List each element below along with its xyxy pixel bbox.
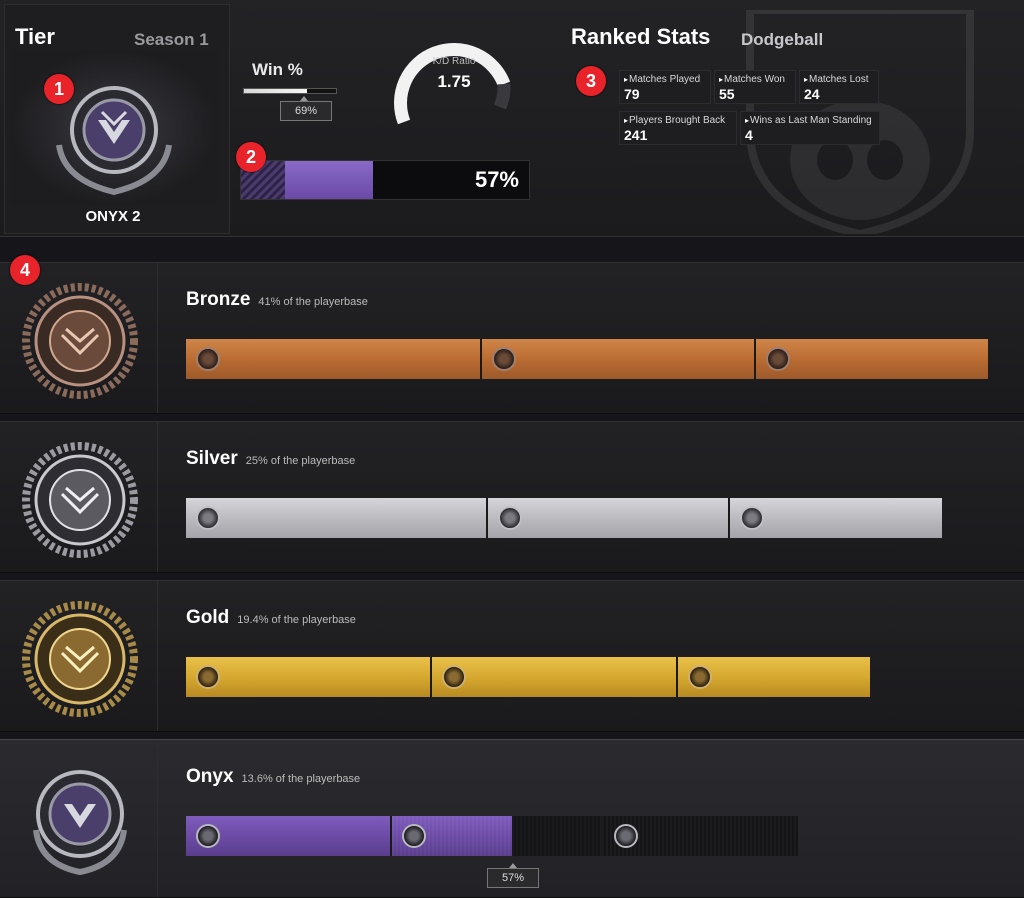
division-3-icon: [614, 824, 638, 848]
tier-heading: Tier: [15, 24, 55, 49]
tier-row-title: Bronze 41% of the playerbase: [186, 289, 368, 311]
gold-emblem-icon: [22, 601, 138, 717]
current-tier-name: ONYX 2: [85, 208, 141, 225]
win-percent-label: Win %: [252, 60, 303, 79]
division-segment-2: [432, 657, 678, 697]
tier-population: 41% of the playerbase: [258, 296, 368, 308]
stat-label: Matches Won: [719, 74, 795, 85]
row-divider: [157, 581, 158, 731]
division-1-icon: [196, 347, 220, 371]
rank-progress-bar: 57%: [240, 160, 530, 200]
division-segment-1: [186, 816, 392, 856]
bronze-emblem-icon: [22, 283, 138, 399]
stat-value: 4: [745, 127, 753, 143]
stat-value: 55: [719, 86, 735, 102]
division-2-icon: [442, 665, 466, 689]
division-3-icon: [688, 665, 712, 689]
onyx-emblem-icon: [33, 770, 127, 876]
row-divider: [157, 740, 158, 897]
season-label: Season 1: [134, 30, 209, 49]
tier-name: Onyx: [186, 766, 234, 787]
division-segment-3: [730, 498, 942, 538]
tier-row-silver: Silver 25% of the playerbase: [0, 421, 1024, 573]
division-segment-1: [186, 498, 488, 538]
callout-badge-1: 1: [44, 74, 74, 104]
stat-label: Wins as Last Man Standing: [745, 115, 879, 126]
row-divider: [157, 422, 158, 572]
ranked-stats-title: Ranked Stats: [571, 24, 711, 49]
stat-value: 24: [804, 86, 820, 102]
summary-panel: Tier Season 1 ONYX 2 Win % 69% K/D Ratio…: [0, 0, 1024, 237]
division-segment-3: [678, 657, 870, 697]
stat-matches-played: Matches Played 79: [619, 70, 711, 104]
stat-value: 241: [624, 127, 648, 143]
tier-divisions-bar: [186, 339, 988, 379]
tier-row-title: Onyx 13.6% of the playerbase: [186, 766, 360, 788]
tier-row-title: Silver 25% of the playerbase: [186, 448, 355, 470]
tier-population: 13.6% of the playerbase: [241, 773, 361, 785]
division-1-icon: [196, 506, 220, 530]
stat-value: 79: [624, 86, 640, 102]
rank-progress-fill: [285, 161, 373, 199]
division-3-icon: [740, 506, 764, 530]
division-segment-3: [604, 816, 798, 856]
division-segment-1: [186, 339, 482, 379]
stat-label: Matches Lost: [804, 74, 878, 85]
stat-wins-last-man-standing: Wins as Last Man Standing 4: [740, 111, 880, 145]
stat-label: Matches Played: [624, 74, 710, 85]
kd-ratio-value: 1.75: [437, 72, 471, 91]
onyx-emblem-icon: [56, 86, 172, 196]
tier-row-bronze: Bronze 41% of the playerbase: [0, 262, 1024, 414]
stat-matches-won: Matches Won 55: [714, 70, 796, 104]
current-tier-emblem-frame: [10, 50, 218, 205]
division-3-icon: [766, 347, 790, 371]
win-percent-value: 69%: [280, 101, 332, 121]
win-percent-bar: [243, 88, 337, 94]
tier-divisions-bar: [186, 816, 798, 856]
division-segment-1: [186, 657, 432, 697]
callout-badge-3: 3: [576, 66, 606, 96]
division-1-icon: [196, 824, 220, 848]
tier-name: Gold: [186, 607, 230, 628]
onyx-progress-value: 57%: [487, 868, 539, 888]
tier-population: 19.4% of the playerbase: [237, 614, 356, 626]
division-2-icon: [492, 347, 516, 371]
tier-row-title: Gold 19.4% of the playerbase: [186, 607, 356, 629]
tier-row-gold: Gold 19.4% of the playerbase: [0, 580, 1024, 732]
callout-badge-2: 2: [236, 142, 266, 172]
division-2-icon: [402, 824, 426, 848]
division-segment-2: [488, 498, 730, 538]
callout-badge-4: 4: [10, 255, 40, 285]
tier-row-onyx: Onyx 13.6% of the playerbase 57%: [0, 739, 1024, 898]
division-2-icon: [498, 506, 522, 530]
stat-players-brought-back: Players Brought Back 241: [619, 111, 737, 145]
stat-matches-lost: Matches Lost 24: [799, 70, 879, 104]
tier-name: Silver: [186, 448, 238, 469]
silver-emblem-icon: [22, 442, 138, 558]
win-percent-fill: [244, 89, 308, 93]
row-divider: [157, 263, 158, 413]
division-segment-3: [756, 339, 988, 379]
stat-label: Players Brought Back: [624, 115, 736, 126]
division-segment-2: [392, 816, 604, 856]
game-mode-label: Dodgeball: [741, 30, 824, 49]
division-1-icon: [196, 665, 220, 689]
tier-divisions-bar: [186, 657, 870, 697]
tier-divisions-bar: [186, 498, 942, 538]
tier-name: Bronze: [186, 289, 251, 310]
kd-ratio-label: K/D Ratio: [432, 56, 476, 67]
tier-population: 25% of the playerbase: [245, 455, 356, 467]
division-segment-2: [482, 339, 756, 379]
rank-progress-value: 57%: [474, 167, 519, 192]
